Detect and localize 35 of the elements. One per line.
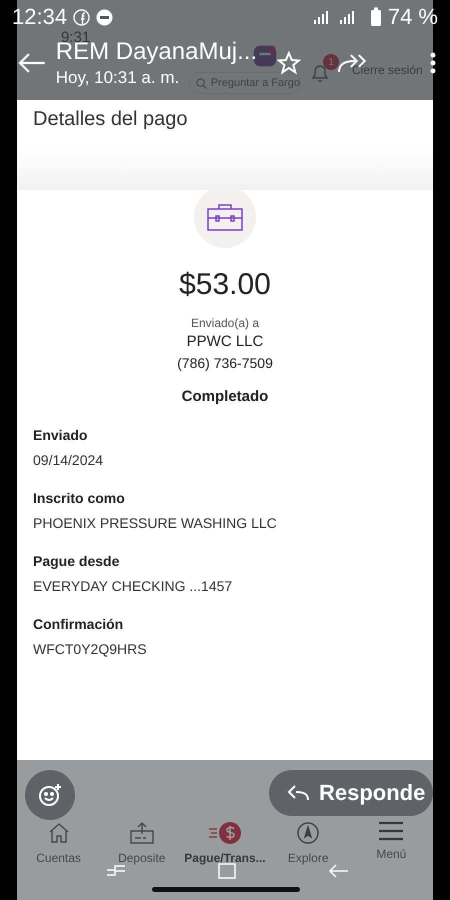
- back-button-icon[interactable]: [327, 862, 349, 880]
- back-arrow-icon[interactable]: [18, 52, 46, 74]
- recipient-name: PPWC LLC: [186, 333, 264, 350]
- detail-value: 09/14/2024: [33, 452, 104, 468]
- compass-icon: [296, 821, 320, 845]
- menu-icon: [378, 821, 404, 841]
- nav-tab[interactable]: Deposite: [102, 821, 182, 865]
- deposit-icon: [128, 821, 155, 845]
- battery-icon: [370, 7, 382, 27]
- detail-label: Confirmación: [33, 616, 124, 632]
- detail-label: Pague desde: [33, 553, 120, 569]
- detail-value: PHOENIX PRESSURE WASHING LLC: [33, 515, 278, 531]
- detail-value: WFCT0Y2Q9HRS: [33, 641, 148, 657]
- recipient-phone: (786) 736-7509: [177, 355, 273, 371]
- app-notification-icon: [96, 8, 114, 26]
- smiley-icon: [37, 782, 63, 808]
- detail-label: Inscrito como: [33, 490, 126, 506]
- detail-value: EVERYDAY CHECKING ...1457: [33, 578, 234, 594]
- reply-arrow-icon: [287, 785, 309, 801]
- reply-button[interactable]: Responde: [269, 770, 433, 816]
- nav-tab[interactable]: Explore: [268, 821, 348, 865]
- nav-tab[interactable]: Cuentas: [18, 821, 99, 865]
- more-options-icon[interactable]: [430, 51, 436, 75]
- nav-tab[interactable]: Menú: [351, 821, 432, 865]
- payment-amount: $53.00: [179, 268, 271, 302]
- facebook-icon: [73, 8, 90, 26]
- star-icon[interactable]: [277, 51, 301, 75]
- message-timestamp: Hoy, 10:31 a. m.: [56, 68, 180, 88]
- sent-to-label: Enviado(a) a: [190, 316, 260, 330]
- payment-icon: [206, 821, 243, 845]
- page-title: Detalles del pago: [33, 108, 188, 131]
- nav-tab[interactable]: Pague/Trans...: [184, 821, 265, 865]
- sign-out-link[interactable]: Cierre sesión: [352, 63, 423, 77]
- payment-status: Completado: [182, 388, 268, 405]
- detail-label: Enviado: [33, 427, 88, 443]
